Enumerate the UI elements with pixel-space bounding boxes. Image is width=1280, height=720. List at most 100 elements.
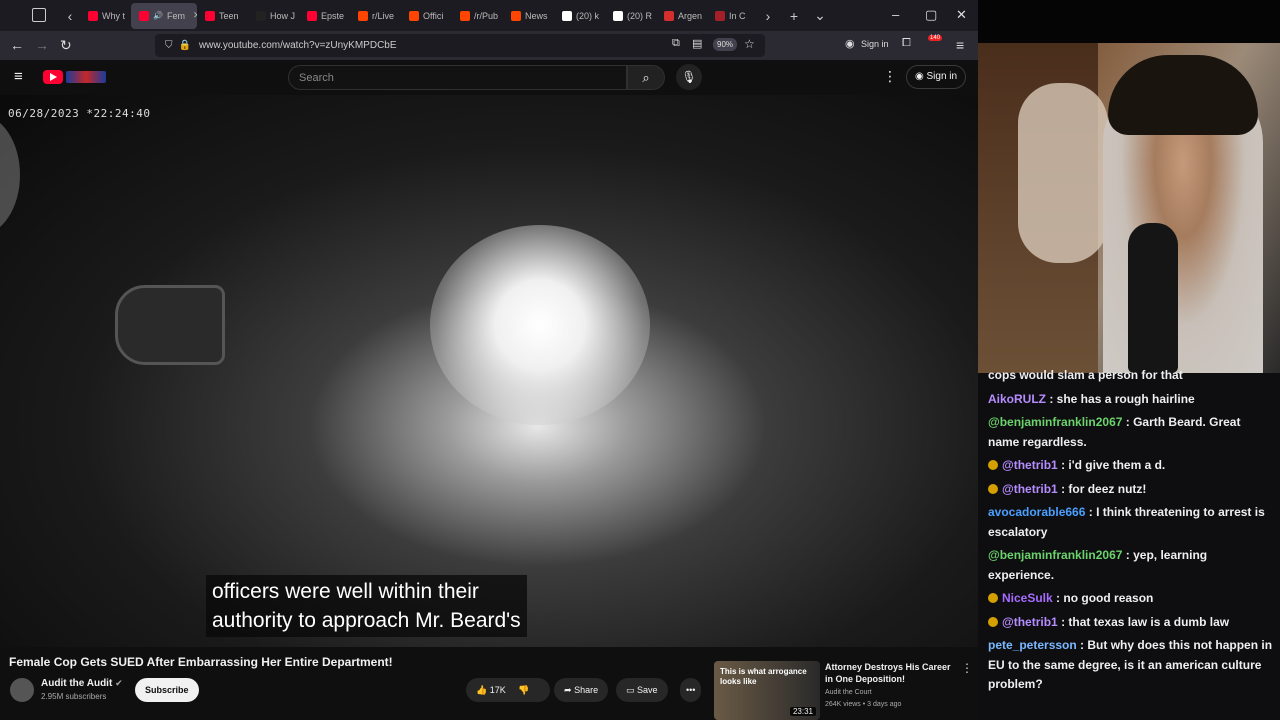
save-playlist-icon: ▭ <box>626 685 635 695</box>
tab-label: Argen <box>678 10 703 21</box>
hamburger-menu-icon[interactable]: ≡ <box>14 68 23 85</box>
more-actions-button[interactable]: ••• <box>680 678 702 702</box>
chat-username[interactable]: @benjaminfranklin2067 <box>988 415 1122 429</box>
search-input[interactable]: Search <box>288 65 627 90</box>
subtitle-line-1: officers were well within their <box>212 580 479 603</box>
new-tab-icon[interactable]: + <box>784 8 804 24</box>
chat-username[interactable]: @thetrib1 <box>1002 458 1058 472</box>
thumbs-down-icon: 👎 <box>518 685 530 695</box>
chat-text: : for deez nutz! <box>1061 481 1147 496</box>
sub-badge-icon <box>988 483 998 494</box>
extensions-icon[interactable]: ⧠ <box>902 37 911 50</box>
youtube-logo-wordmark[interactable] <box>66 71 106 83</box>
video-frame-shape <box>0 115 20 235</box>
chat-username[interactable]: NiceSulk <box>1002 591 1053 605</box>
video-timestamp-overlay: 06/28/2023 *22:24:40 <box>8 107 151 120</box>
video-metadata: Female Cop Gets SUED After Embarrassing … <box>0 647 978 720</box>
picture-in-picture-icon[interactable]: ⧉ <box>672 37 680 50</box>
chat-username[interactable]: pete_petersson <box>988 638 1077 652</box>
chat-username[interactable]: avocadorable666 <box>988 505 1085 519</box>
webcam-streamer-hair <box>1108 55 1258 135</box>
bookmark-star-icon[interactable]: ☆ <box>744 37 755 51</box>
browser-tab[interactable]: Teen <box>197 3 248 29</box>
youtube-signin-label: Sign in <box>926 71 958 82</box>
chat-username[interactable]: @thetrib1 <box>1002 482 1058 496</box>
chat-message: AikoRULZ : she has a rough hairline <box>988 390 1274 410</box>
url-text: www.youtube.com/watch?v=zUnyKMPDCbE <box>198 40 397 51</box>
microphone-icon <box>1128 223 1178 373</box>
browser-tab[interactable]: Epste <box>299 3 350 29</box>
navigation-bar: ← → ↻ ⛉ 🔒 www.youtube.com/watch?v=zUnyKM… <box>0 31 978 60</box>
shield-icon[interactable]: ⛉ <box>165 40 173 51</box>
verified-icon: ✔ <box>115 678 123 688</box>
maximize-icon[interactable]: ▢ <box>925 7 937 23</box>
back-icon[interactable]: ← <box>10 37 24 53</box>
forward-icon[interactable]: → <box>35 37 49 53</box>
voice-search-icon[interactable]: 🎙 <box>676 64 702 90</box>
recommended-video[interactable]: This is what arrogance looks like 23:31 … <box>714 661 974 720</box>
recommended-thumbnail[interactable]: This is what arrogance looks like 23:31 <box>714 661 820 720</box>
browser-tab[interactable]: r/Live <box>350 3 401 29</box>
list-all-tabs-icon[interactable]: ⌄ <box>810 7 830 24</box>
subscriber-count: 2.95M subscribers <box>41 692 107 701</box>
audio-playing-icon[interactable]: 🔊 <box>153 11 163 20</box>
tab-favicon-icon <box>307 10 317 21</box>
stream-top-bar <box>978 0 1280 43</box>
tab-strip: ‹ Why t 🔊 Fem ✕ Teen How J Epste r/Live Offici/r… <box>60 0 830 31</box>
browser-tab[interactable]: In C <box>707 3 758 29</box>
chat-message: avocadorable666 : I think threatening to… <box>988 503 1274 542</box>
browser-signin[interactable]: Sign in <box>861 39 889 49</box>
reload-icon[interactable]: ↻ <box>60 37 72 54</box>
like-button[interactable]: 👍 17K <box>476 685 506 695</box>
user-circle-icon: ◉ <box>915 71 924 82</box>
subscribe-button[interactable]: Subscribe <box>135 678 199 702</box>
share-button[interactable]: ➦ Share <box>554 678 609 702</box>
tab-scroll-left-icon[interactable]: ‹ <box>60 8 80 24</box>
tab-scroll-right-icon[interactable]: › <box>758 8 778 24</box>
chat-username[interactable]: AikoRULZ <box>988 392 1046 406</box>
browser-tab[interactable]: Argen <box>656 3 707 29</box>
recommended-title[interactable]: Attorney Destroys His Career in One Depo… <box>825 661 960 685</box>
channel-avatar[interactable] <box>10 678 34 702</box>
sub-badge-icon <box>988 593 998 603</box>
browser-tab[interactable]: /r/Pub <box>452 3 503 29</box>
tab-list-icon[interactable] <box>32 8 46 22</box>
chat-username[interactable]: @benjaminfranklin2067 <box>988 548 1122 562</box>
stream-overlay: cops would slam a person for that AikoRUL… <box>978 0 1280 720</box>
recommended-more-icon[interactable]: ⋮ <box>961 661 973 675</box>
tab-favicon-icon <box>613 10 623 21</box>
reader-view-icon[interactable]: ▤ <box>692 37 702 50</box>
browser-tab[interactable]: Offici <box>401 3 452 29</box>
zoom-level[interactable]: 90% <box>713 38 738 51</box>
extension-badge[interactable]: 140 <box>928 35 943 41</box>
chat-panel: cops would slam a person for that AikoRUL… <box>978 366 1280 720</box>
more-options-icon[interactable]: ⋮ <box>883 68 897 85</box>
tab-favicon-icon <box>88 10 98 21</box>
browser-tab[interactable]: Why t <box>80 3 131 29</box>
recommended-channel[interactable]: Audit the Court <box>825 689 872 696</box>
dislike-button[interactable]: 👎 <box>518 685 529 695</box>
menu-icon[interactable]: ≡ <box>956 37 964 53</box>
close-window-icon[interactable]: ✕ <box>956 7 967 23</box>
browser-tab[interactable]: 🔊 Fem ✕ <box>131 2 197 29</box>
tab-label: /r/Pub <box>474 10 499 21</box>
flashlight-glare <box>430 225 650 425</box>
search-icon: ⌕ <box>642 70 650 85</box>
browser-tab[interactable]: (20) k <box>554 3 605 29</box>
chat-username[interactable]: @thetrib1 <box>1002 615 1058 629</box>
chat-message: @thetrib1 : that texas law is a dumb law <box>988 613 1274 633</box>
browser-tab[interactable]: News <box>503 3 554 29</box>
like-dislike-group: 👍 17K 👎 <box>466 678 550 702</box>
search-button[interactable]: ⌕ <box>627 65 665 90</box>
lock-icon[interactable]: 🔒 <box>179 40 191 51</box>
browser-tab[interactable]: How J <box>248 3 299 29</box>
minimize-icon[interactable]: – <box>892 7 899 22</box>
account-icon[interactable]: ◉ <box>845 37 855 50</box>
browser-tab[interactable]: (20) R <box>605 3 656 29</box>
chat-message: @thetrib1 : for deez nutz! <box>988 480 1274 500</box>
channel-name[interactable]: Audit the Audit ✔ <box>41 678 123 689</box>
youtube-logo-icon[interactable] <box>43 70 63 84</box>
youtube-signin-button[interactable]: ◉ Sign in <box>906 65 967 89</box>
save-button[interactable]: ▭ Save <box>616 678 668 702</box>
video-player[interactable]: 06/28/2023 *22:24:40 officers were well … <box>0 95 978 647</box>
